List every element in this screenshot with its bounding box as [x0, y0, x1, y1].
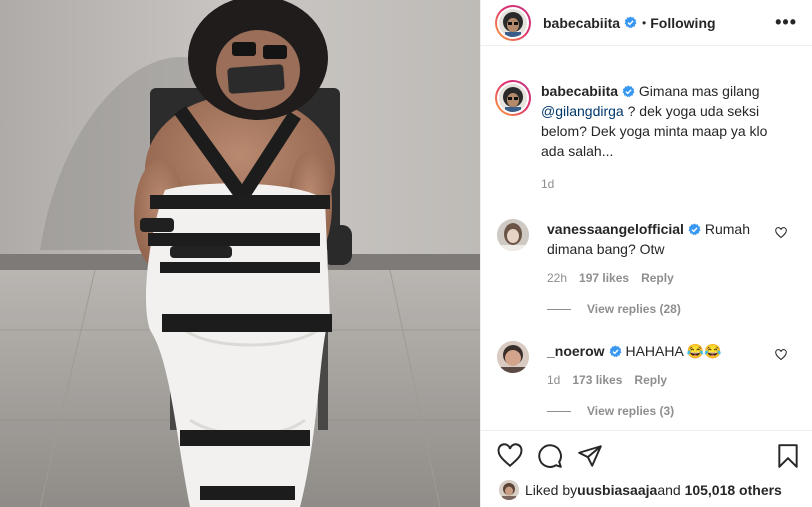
comment-timestamp[interactable]: 22h — [547, 271, 567, 285]
author-avatar[interactable] — [495, 4, 531, 41]
post-image — [0, 0, 480, 507]
comment-item: _noerow HAHAHA 😂😂 1d 173 likes Reply View … — [481, 341, 812, 418]
commenter-avatar-image — [497, 341, 529, 373]
commenter-avatar-image — [497, 219, 529, 251]
commenter-avatar[interactable] — [497, 219, 529, 251]
view-replies-button[interactable]: View replies (28) — [547, 302, 775, 316]
verified-badge-icon — [688, 223, 701, 236]
caption-avatar-image — [499, 84, 527, 112]
comment-meta: 1d 173 likes Reply — [547, 373, 775, 387]
post-photo[interactable] — [0, 0, 480, 507]
verified-badge-icon — [622, 85, 635, 98]
verified-badge-icon — [624, 16, 637, 29]
comment-likes-count[interactable]: 197 likes — [579, 271, 629, 285]
caption-text: babecabiita Gimana mas gilang @gilangdir… — [541, 68, 783, 161]
view-replies-label: View replies (28) — [587, 302, 681, 316]
author-avatar-image — [499, 8, 527, 37]
comment-item: vanessaangelofficial Rumah dimana bang? … — [481, 219, 812, 316]
post-action-bar — [481, 430, 812, 476]
caption-author-avatar[interactable] — [495, 80, 531, 116]
caption-username[interactable]: babecabiita — [541, 83, 618, 99]
liked-by-others-count[interactable]: 105,018 others — [685, 482, 782, 498]
comments-list: babecabiita Gimana mas gilang @gilangdir… — [481, 68, 812, 418]
comment-text: vanessaangelofficial Rumah dimana bang? … — [547, 219, 775, 259]
like-heart-icon[interactable] — [497, 443, 523, 469]
view-replies-button[interactable]: View replies (3) — [547, 404, 775, 418]
share-paper-plane-icon[interactable] — [577, 443, 603, 469]
liked-by-summary: Liked by uusbiasaaja and 105,018 others — [499, 480, 782, 500]
save-bookmark-icon[interactable] — [775, 443, 801, 469]
reply-button[interactable]: Reply — [641, 271, 674, 285]
comment-body: HAHAHA 😂😂 — [621, 343, 722, 359]
author-username[interactable]: babecabiita — [543, 15, 620, 31]
comment-bubble-icon[interactable] — [537, 443, 563, 469]
reply-button[interactable]: Reply — [634, 373, 667, 387]
comment-timestamp[interactable]: 1d — [547, 373, 560, 387]
liker-avatar[interactable] — [499, 480, 519, 500]
liked-by-prefix: Liked by — [525, 482, 578, 498]
liker-avatar-image — [499, 480, 519, 500]
view-replies-line — [547, 410, 571, 412]
caption-timestamp[interactable]: 1d — [541, 177, 783, 191]
post-header: babecabiita • Following ••• — [481, 0, 812, 46]
view-replies-label: View replies (3) — [587, 404, 675, 418]
header-separator: • — [642, 15, 647, 30]
like-comment-heart-icon[interactable] — [775, 227, 787, 239]
comment-likes-count[interactable]: 173 likes — [572, 373, 622, 387]
more-options-icon[interactable]: ••• — [775, 13, 797, 31]
post-caption: babecabiita Gimana mas gilang @gilangdir… — [481, 68, 812, 191]
view-replies-line — [547, 308, 571, 310]
caption-mention-link[interactable]: @gilangdirga — [541, 103, 624, 119]
commenter-avatar[interactable] — [497, 341, 529, 373]
verified-badge-icon — [609, 345, 622, 358]
following-button[interactable]: Following — [650, 15, 715, 31]
caption-body-start: Gimana mas gilang — [635, 83, 760, 99]
comment-text: _noerow HAHAHA 😂😂 — [547, 341, 775, 361]
like-comment-heart-icon[interactable] — [775, 349, 787, 361]
commenter-username[interactable]: vanessaangelofficial — [547, 221, 684, 237]
commenter-username[interactable]: _noerow — [547, 343, 605, 359]
post-sidebar: babecabiita • Following ••• babecabiita … — [480, 0, 812, 507]
liked-by-user[interactable]: uusbiasaaja — [577, 482, 657, 498]
liked-by-middle: and — [657, 482, 681, 498]
comment-meta: 22h 197 likes Reply — [547, 271, 775, 285]
